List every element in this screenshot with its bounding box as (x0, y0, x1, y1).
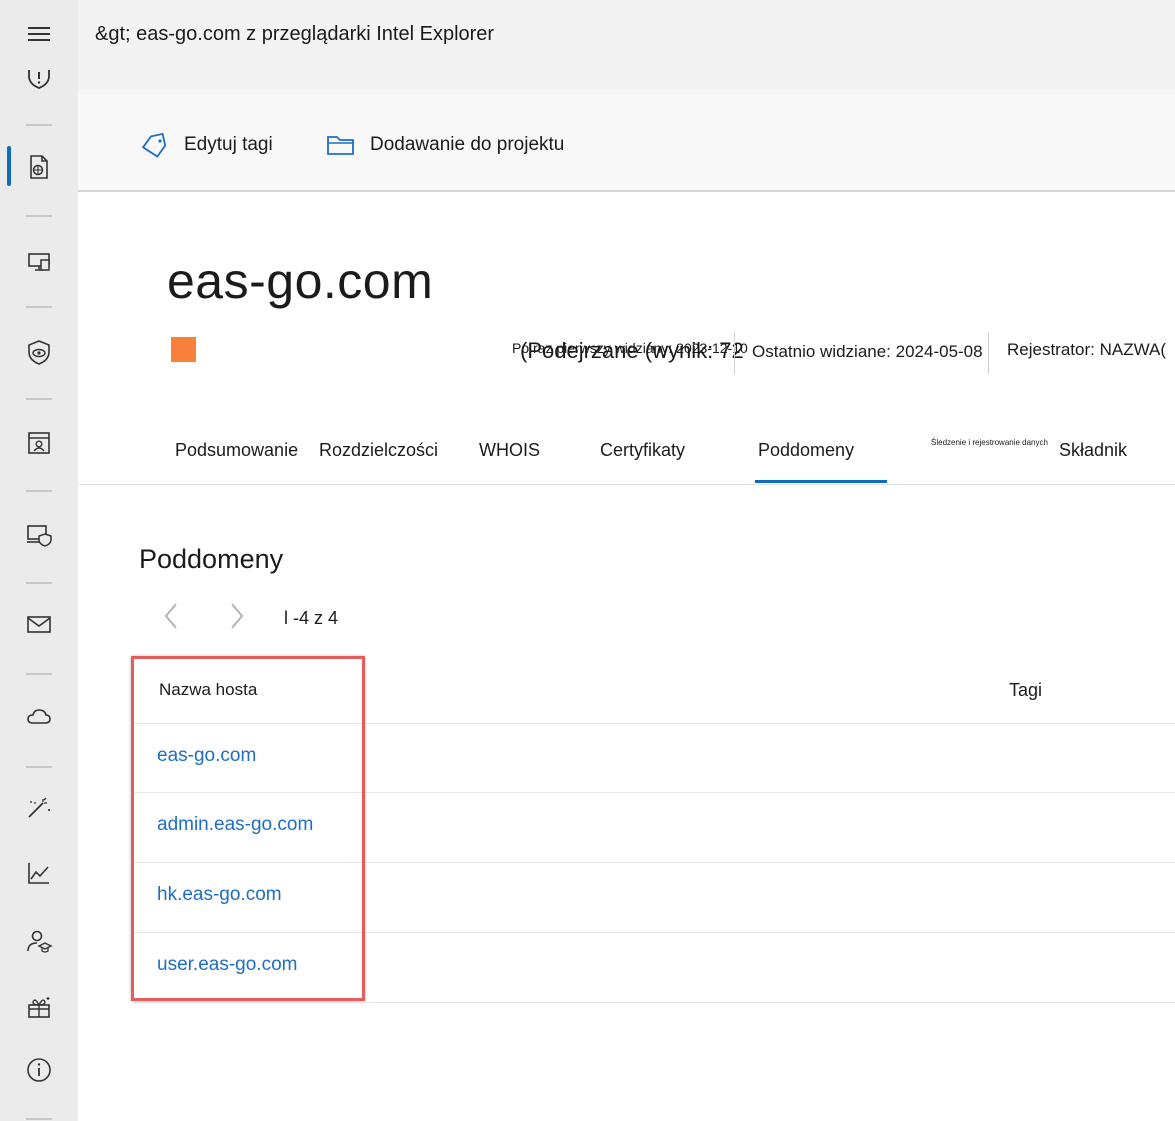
command-bar: Edytuj tagi Dodawanie do projektu (78, 90, 1175, 192)
column-header-hostname[interactable]: Nazwa hosta (159, 680, 257, 700)
table-row: eas-go.com (134, 723, 1175, 794)
info-icon[interactable] (18, 1049, 60, 1091)
tab-components[interactable]: Składnik (1059, 440, 1127, 461)
pager-count: l -4 z 4 (284, 608, 339, 628)
hostname-link[interactable]: admin.eas-go.com (157, 814, 313, 836)
hostname-link[interactable]: eas-go.com (157, 745, 256, 767)
column-header-tags[interactable]: Tagi (1009, 680, 1042, 701)
meta-divider (988, 332, 989, 374)
table-bottom-border (134, 1002, 1175, 1003)
hostname-link[interactable]: hk.eas-go.com (157, 884, 282, 906)
identity-icon[interactable] (18, 422, 60, 464)
learning-icon[interactable] (18, 920, 60, 962)
reputation-score: (Podejrzane (wynik: 72 (520, 338, 744, 363)
tab-summary[interactable]: Podsumowanie (175, 440, 298, 461)
add-to-project-label: Dodawanie do projektu (370, 134, 565, 155)
chevron-left-icon (164, 603, 177, 629)
vulnerability-icon[interactable] (18, 331, 60, 373)
section-title: Poddomeny (139, 544, 284, 574)
meta-divider (734, 332, 735, 374)
chart-icon[interactable] (18, 852, 60, 894)
risk-indicator (171, 337, 196, 362)
table-row: admin.eas-go.com (134, 792, 1175, 863)
folder-icon (327, 136, 354, 155)
threat-intel-icon[interactable] (18, 146, 60, 188)
cloud-icon[interactable] (18, 696, 60, 738)
hostname-link[interactable]: user.eas-go.com (157, 954, 297, 976)
add-to-project-button[interactable]: Dodawanie do projektu (326, 132, 564, 158)
edit-tags-label: Edytuj tagi (184, 134, 273, 155)
tab-resolutions[interactable]: Rozdzielczości (319, 440, 438, 461)
shield-alert-icon[interactable] (18, 55, 60, 97)
page-title: eas-go.com (167, 253, 434, 309)
mail-icon[interactable] (18, 604, 60, 646)
left-nav-rail (0, 0, 78, 1121)
tab-subdomains[interactable]: Poddomeny (758, 440, 854, 461)
wand-icon[interactable] (18, 786, 60, 828)
breadcrumb: &gt; eas-go.com z przeglądarki Intel Exp… (95, 23, 495, 45)
menu-icon[interactable] (18, 13, 60, 55)
table-row: hk.eas-go.com (134, 862, 1175, 933)
tab-trackers[interactable]: Śledzenie i rejestrowanie danych (931, 438, 1048, 447)
partner-icon[interactable] (18, 986, 60, 1028)
previous-page-button[interactable] (156, 600, 186, 632)
tag-icon (141, 132, 167, 158)
tab-bar: Podsumowanie Rozdzielczości WHOIS Certyf… (78, 420, 1175, 485)
active-tab-indicator (755, 480, 887, 483)
registrar-text: Rejestrator: NAZWA( (1007, 340, 1167, 359)
chevron-right-icon (231, 603, 244, 629)
endpoint-shield-icon[interactable] (18, 514, 60, 556)
active-indicator (7, 146, 11, 186)
edit-tags-button[interactable]: Edytuj tagi (140, 132, 273, 158)
table-row: user.eas-go.com (134, 932, 1175, 1003)
next-page-button[interactable] (222, 600, 252, 632)
devices-icon[interactable] (18, 240, 60, 282)
last-seen-text: Ostatnio widziane: 2024-05-08 (752, 342, 983, 361)
top-bar: &gt; eas-go.com z przeglądarki Intel Exp… (78, 0, 1175, 90)
tab-whois[interactable]: WHOIS (479, 440, 540, 461)
tab-certificates[interactable]: Certyfikaty (600, 440, 685, 461)
